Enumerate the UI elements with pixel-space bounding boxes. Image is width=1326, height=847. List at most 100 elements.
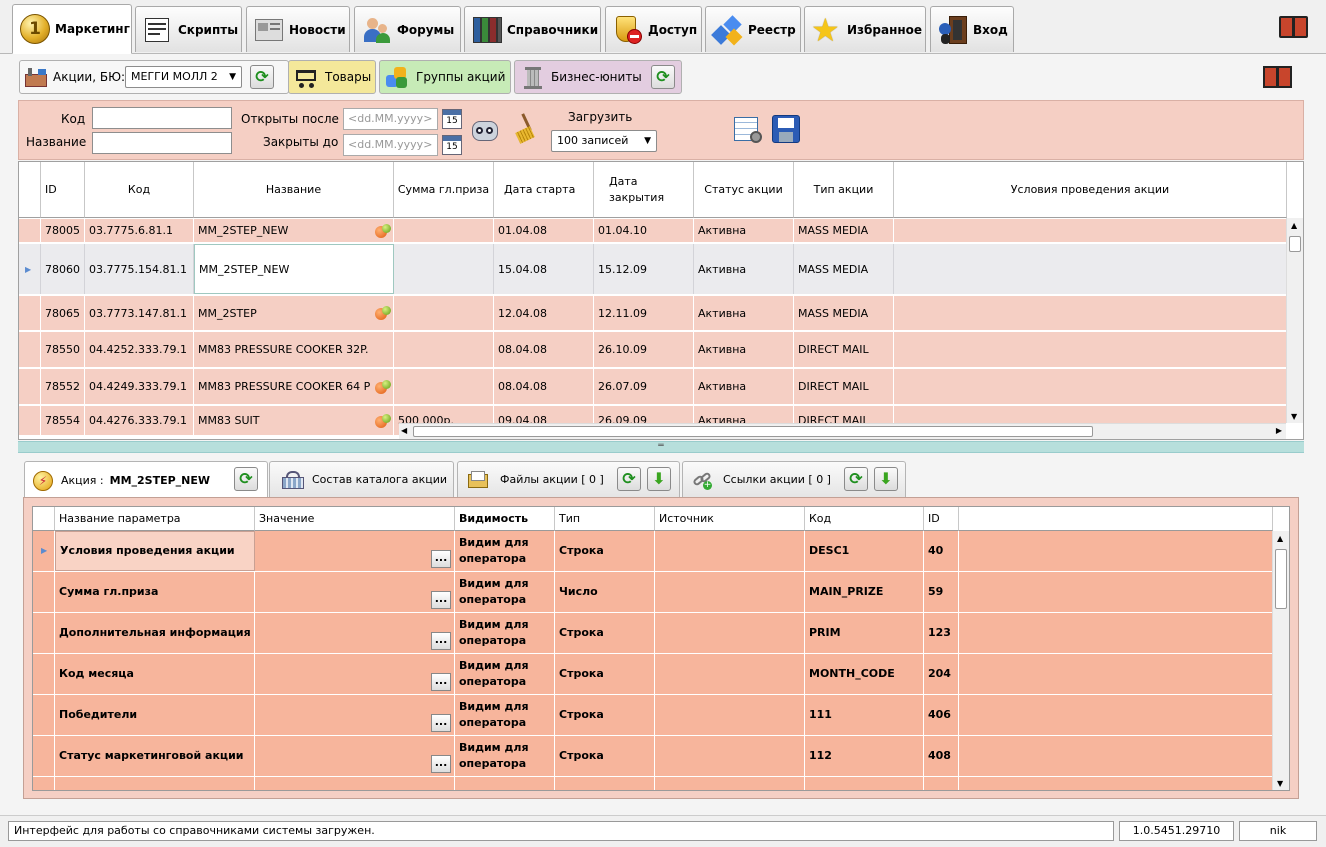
row-selector[interactable] <box>33 654 55 694</box>
cell-type[interactable]: DIRECT MAIL <box>794 369 894 404</box>
cell-name[interactable]: Код месяца <box>55 654 255 694</box>
column-header-id[interactable]: ID <box>41 162 85 218</box>
vertical-scrollbar[interactable]: ▲ ▼ <box>1286 218 1303 423</box>
column-header-name[interactable]: Название <box>194 162 394 218</box>
cell-visibility[interactable]: Видим для оператора <box>455 572 555 612</box>
cell-name[interactable]: MM83 PRESSURE COOKER 64 P <box>194 369 394 404</box>
name-input[interactable] <box>92 132 232 154</box>
cell-status[interactable]: Активна <box>694 244 794 294</box>
cell-id[interactable]: 78550 <box>41 332 85 367</box>
help-book-icon-2[interactable] <box>1263 66 1293 90</box>
tab-action-groups[interactable]: Группы акций <box>379 60 511 94</box>
row-selector[interactable] <box>19 219 41 242</box>
column-header-source[interactable]: Источник <box>655 507 805 531</box>
cell-type[interactable]: Строка <box>555 613 655 653</box>
cell-name[interactable]: MM_2STEP_NEW <box>194 219 394 242</box>
cell-prize[interactable] <box>394 296 494 330</box>
cell-name[interactable]: MM_2STEP_NEW <box>194 244 394 294</box>
param-row[interactable]: Код месяца... Видим для оператора Строка MO… <box>33 654 1273 695</box>
table-row[interactable]: 78552 04.4249.333.79.1 MM83 PRESSURE COOKE… <box>19 369 1287 405</box>
scroll-thumb[interactable] <box>1275 549 1287 609</box>
cell-name[interactable]: Статус маркетинговой акции <box>55 736 255 776</box>
cell-name[interactable]: Дополнительная информация <box>55 613 255 653</box>
cell-end[interactable]: 26.10.09 <box>594 332 694 367</box>
cell-name[interactable]: Условия проведения акции <box>55 531 255 571</box>
column-header-type[interactable]: Тип <box>555 507 655 531</box>
calendar-icon[interactable]: 15 <box>442 135 462 155</box>
edit-value-button[interactable]: ... <box>431 550 451 568</box>
cell-code[interactable]: 112 <box>805 736 924 776</box>
code-input[interactable] <box>92 107 232 129</box>
cell-id[interactable]: 78005 <box>41 219 85 242</box>
scroll-left-icon[interactable]: ◀ <box>401 426 407 435</box>
column-header-conditions[interactable]: Условия проведения акции <box>894 162 1287 218</box>
row-selector[interactable] <box>33 777 55 790</box>
cell-source[interactable] <box>655 531 805 571</box>
help-book-icon[interactable] <box>1279 16 1309 40</box>
column-header-code[interactable]: Код <box>805 507 924 531</box>
tab-scripts[interactable]: Скрипты <box>135 6 242 52</box>
cell-type[interactable]: MASS MEDIA <box>794 296 894 330</box>
cell-type[interactable] <box>555 777 655 790</box>
cell-status[interactable]: Активна <box>694 296 794 330</box>
cell-end[interactable]: 12.11.09 <box>594 296 694 330</box>
column-header-prize[interactable]: Сумма гл.приза <box>394 162 494 218</box>
scroll-right-icon[interactable]: ▶ <box>1276 426 1282 435</box>
cell-source[interactable] <box>655 572 805 612</box>
cell-id[interactable]: 204 <box>924 654 959 694</box>
cell-id[interactable]: 408 <box>924 736 959 776</box>
cell-name[interactable]: Сумма гл.приза <box>55 572 255 612</box>
cell-type[interactable]: Строка <box>555 695 655 735</box>
tab-registry[interactable]: Реестр <box>705 6 801 52</box>
cell-id[interactable]: 78065 <box>41 296 85 330</box>
scroll-down-icon[interactable]: ▼ <box>1291 412 1297 421</box>
cell-visibility[interactable]: Видим для оператора <box>455 613 555 653</box>
download-links-button[interactable]: ⬇ <box>874 467 898 491</box>
cell-id[interactable]: 123 <box>924 613 959 653</box>
tab-business-units[interactable]: Бизнес-юниты ⟳ <box>514 60 682 94</box>
cell-value[interactable]: ... <box>255 572 455 612</box>
tab-files[interactable]: Файлы акции [ 0 ] ⟳ ⬇ <box>457 461 680 497</box>
cell-prize[interactable] <box>394 332 494 367</box>
cell-code[interactable]: 04.4249.333.79.1 <box>85 369 194 404</box>
cell-source[interactable] <box>655 695 805 735</box>
edit-value-button[interactable]: ... <box>431 673 451 691</box>
cell-visibility[interactable]: Видим для оператора <box>455 654 555 694</box>
cell-name[interactable]: MM_2STEP <box>194 296 394 330</box>
cell-code[interactable]: 03.7775.154.81.1 <box>85 244 194 294</box>
cell-id[interactable]: 78552 <box>41 369 85 404</box>
cell-value[interactable]: ... <box>255 654 455 694</box>
cell-value[interactable]: ... <box>255 531 455 571</box>
cell-visibility[interactable]: Видим для <box>455 777 555 790</box>
scroll-up-icon[interactable]: ▲ <box>1277 534 1283 543</box>
cell-type[interactable]: MASS MEDIA <box>794 244 894 294</box>
cell-visibility[interactable]: Видим для оператора <box>455 736 555 776</box>
table-row[interactable]: 78065 03.7773.147.81.1 MM_2STEP 12.04.08 12.… <box>19 296 1287 331</box>
row-selector[interactable]: ▶ <box>19 244 41 294</box>
cell-id[interactable]: 78554 <box>41 406 85 435</box>
column-header-value[interactable]: Значение <box>255 507 455 531</box>
param-row[interactable]: Победители... Видим для оператора Строка 11… <box>33 695 1273 736</box>
cell-visibility[interactable]: Видим для оператора <box>455 531 555 571</box>
cell-start[interactable]: 12.04.08 <box>494 296 594 330</box>
param-row[interactable]: ▶ Условия проведения акции... Видим для оп… <box>33 531 1273 572</box>
broom-clear-icon[interactable] <box>511 113 539 145</box>
edit-value-button[interactable]: ... <box>431 755 451 773</box>
tab-news[interactable]: Новости <box>246 6 350 52</box>
params-vertical-scrollbar[interactable]: ▲ ▼ <box>1272 531 1289 790</box>
tab-references[interactable]: Справочники <box>464 6 601 52</box>
edit-value-button[interactable]: ... <box>431 591 451 609</box>
cell-conditions[interactable] <box>894 332 1287 367</box>
cell-id[interactable]: 406 <box>924 695 959 735</box>
cell-code[interactable]: PRIM <box>805 613 924 653</box>
cell-name[interactable]: Победители <box>55 695 255 735</box>
row-selector[interactable] <box>33 736 55 776</box>
cell-prize[interactable] <box>394 219 494 242</box>
cell-start[interactable]: 08.04.08 <box>494 369 594 404</box>
cell-type[interactable]: Число <box>555 572 655 612</box>
param-row[interactable]: Дополнительная информация... Видим для оп… <box>33 613 1273 654</box>
cell-type[interactable]: Строка <box>555 736 655 776</box>
cell-type[interactable]: Строка <box>555 654 655 694</box>
table-row[interactable]: ▶ 78060 03.7775.154.81.1 MM_2STEP_NEW 15.04.… <box>19 244 1287 295</box>
cell-conditions[interactable] <box>894 219 1287 242</box>
